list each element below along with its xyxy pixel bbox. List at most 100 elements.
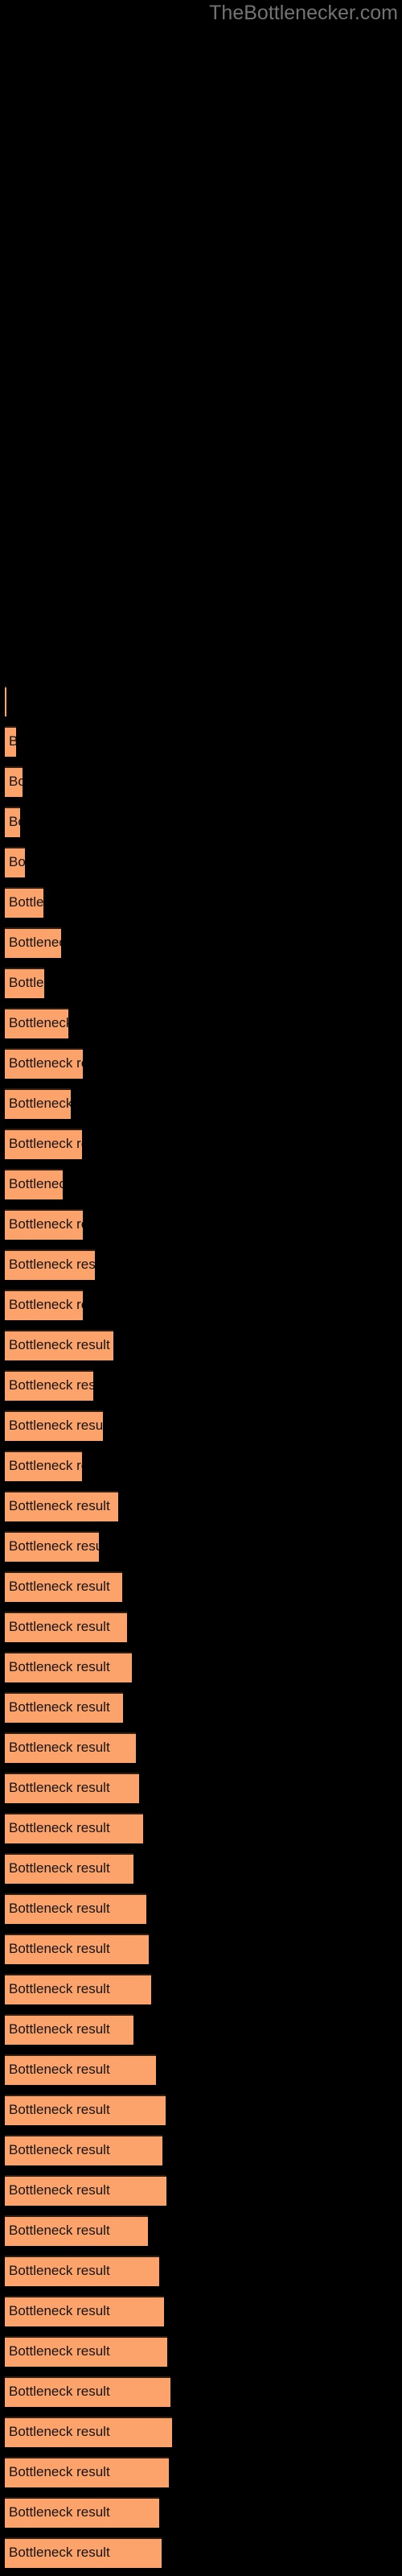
chart-bar[interactable]: Bottleneck result [5, 2095, 166, 2125]
bar-label: Bottleneck result [9, 854, 25, 869]
bar-label: Bottleneck result [9, 1297, 83, 1312]
bar-row: Bottleneck result [0, 2014, 402, 2045]
chart-bar[interactable]: Bottleneck result [5, 1129, 82, 1159]
bar-label: Bottleneck result [9, 1901, 110, 1916]
bar-label: Bottleneck result [9, 1176, 63, 1191]
bar-row: Bottleneck result [0, 1893, 402, 1924]
bar-row: Bottleneck result [0, 1451, 402, 1481]
bar-row: Bottleneck result [0, 1974, 402, 2004]
chart-bar[interactable]: Bottleneck result [5, 847, 25, 877]
chart-bar[interactable]: Bottleneck result [5, 1773, 139, 1803]
bar-row: Bottleneck result [0, 2296, 402, 2326]
chart-bar[interactable]: Bottleneck result [5, 1209, 83, 1240]
bar-label: Bottleneck result [9, 2384, 110, 2399]
chart-bar[interactable]: Bottleneck result [5, 1974, 151, 2004]
bar-label: Bottleneck result [9, 1820, 110, 1835]
chart-bar[interactable]: Bottleneck result [5, 2054, 156, 2085]
bar-row: Bottleneck result [0, 968, 402, 998]
chart-bar[interactable]: Bottleneck result [5, 1692, 123, 1723]
bar-row: Bottleneck result [0, 1571, 402, 1602]
chart-bar[interactable]: Bottleneck result [5, 2296, 164, 2326]
bar-row: Bottleneck result [0, 1209, 402, 1240]
chart-bar[interactable]: Bottleneck result [5, 1531, 99, 1562]
chart-bar[interactable]: Bottleneck result [5, 2135, 162, 2165]
chart-bar[interactable]: Bottleneck result [5, 1048, 83, 1079]
bar-label: Bottleneck result [9, 2303, 110, 2318]
bar-row: Bottleneck result [0, 1088, 402, 1119]
bar-row: Bottleneck result [0, 2215, 402, 2246]
bar-row: Bottleneck result [0, 766, 402, 797]
bar-row: Bottleneck result [0, 1129, 402, 1159]
chart-bar[interactable]: Bottleneck result [5, 1410, 103, 1441]
chart-bar[interactable]: Bottleneck result [5, 1290, 83, 1320]
bar-label: Bottleneck result [9, 1860, 110, 1876]
chart-bar[interactable]: Bottleneck result [5, 2215, 148, 2246]
chart-bar[interactable]: Bottleneck result [5, 2457, 169, 2487]
bar-row: Bottleneck result [0, 847, 402, 877]
bar-chart-plot-area: Bottleneck result Bottleneck result Bottle… [0, 0, 402, 2576]
chart-bar[interactable]: Bottleneck result [5, 1491, 118, 1521]
chart-bar[interactable]: Bottleneck result [5, 2376, 170, 2407]
chart-bar[interactable]: Bottleneck result [5, 1571, 122, 1602]
bar-row: Bottleneck result [0, 2054, 402, 2085]
bottleneck-chart-page: TheBottlenecker.com Bottleneck resultBot… [0, 0, 402, 2576]
chart-bar[interactable]: Bottleneck result [5, 2014, 133, 2045]
bar-row: Bottleneck result [0, 1934, 402, 1964]
bar-label: Bottleneck result [9, 1377, 93, 1393]
chart-bar[interactable]: Bottleneck result [5, 2537, 162, 2568]
bar-row: Bottleneck result [0, 2095, 402, 2125]
bar-label: Bottleneck result [9, 1981, 110, 1996]
bar-row: Bottleneck result [0, 2497, 402, 2528]
chart-bar[interactable]: Bottleneck result [5, 2336, 167, 2367]
chart-bar[interactable]: Bottleneck result [5, 2175, 166, 2206]
bar-row: Bottleneck result [0, 1370, 402, 1401]
chart-bar[interactable]: Bottleneck result [5, 1732, 136, 1763]
chart-bar[interactable]: Bottleneck result [5, 927, 61, 958]
bar-label: Bottleneck result [9, 2021, 110, 2037]
bar-label: Bottleneck result [9, 1136, 82, 1151]
bar-row: Bottleneck result [0, 1732, 402, 1763]
chart-bar[interactable]: Bottleneck result [5, 887, 43, 918]
chart-bar[interactable]: Bottleneck result [5, 807, 20, 837]
bar-label: Bottleneck result [9, 1740, 110, 1755]
chart-bar[interactable]: Bottleneck result [5, 1008, 68, 1038]
chart-bar[interactable]: Bottleneck result [5, 1612, 127, 1642]
chart-bar[interactable]: Bottleneck result [5, 1249, 95, 1280]
bar-row: Bottleneck result [0, 2336, 402, 2367]
chart-bar[interactable]: Bottleneck result [5, 766, 23, 797]
bar-label: Bottleneck result [9, 1780, 110, 1795]
chart-bar[interactable]: Bottleneck result [5, 968, 44, 998]
chart-bar[interactable]: Bottleneck result [5, 1934, 149, 1964]
bar-label: Bottleneck result [9, 1216, 83, 1232]
chart-bar[interactable]: Bottleneck result [5, 1652, 132, 1682]
bar-label: Bottleneck result [9, 1015, 68, 1030]
bar-row: Bottleneck result [0, 1410, 402, 1441]
chart-bar[interactable]: Bottleneck result [5, 2417, 172, 2447]
bar-label: Bottleneck result [9, 814, 20, 829]
chart-bar[interactable]: Bottleneck result [5, 1893, 146, 1924]
bar-label: Bottleneck result [9, 975, 44, 990]
bar-label: Bottleneck result [9, 1659, 110, 1674]
chart-bar[interactable]: Bottleneck result [5, 1370, 93, 1401]
bar-row: Bottleneck result [0, 1169, 402, 1199]
chart-bar[interactable]: Bottleneck result [5, 1853, 133, 1884]
chart-bar[interactable]: Bottleneck result [5, 726, 16, 757]
chart-bar[interactable]: Bottleneck result [5, 1813, 143, 1843]
bar-row: Bottleneck result [0, 1249, 402, 1280]
bar-label: Bottleneck result [9, 1619, 110, 1634]
bar-row: Bottleneck result [0, 1692, 402, 1723]
bar-row: Bottleneck result [0, 887, 402, 918]
bar-label: Bottleneck result [9, 2343, 110, 2359]
bar-row: Bottleneck result [0, 1491, 402, 1521]
chart-bar[interactable]: Bottleneck result [5, 1169, 63, 1199]
chart-bar[interactable]: Bottleneck result [5, 2497, 159, 2528]
chart-bar[interactable]: Bottleneck result [5, 2256, 159, 2286]
bar-label: Bottleneck result [9, 2182, 110, 2198]
bar-label: Bottleneck result [9, 1699, 110, 1715]
chart-bar[interactable]: Bottleneck result [5, 1088, 71, 1119]
bar-row: Bottleneck result [0, 1652, 402, 1682]
chart-bar[interactable]: Bottleneck result [5, 686, 6, 716]
chart-bar[interactable]: Bottleneck result [5, 1330, 113, 1360]
bar-label: Bottleneck result [9, 1257, 95, 1272]
chart-bar[interactable]: Bottleneck result [5, 1451, 82, 1481]
